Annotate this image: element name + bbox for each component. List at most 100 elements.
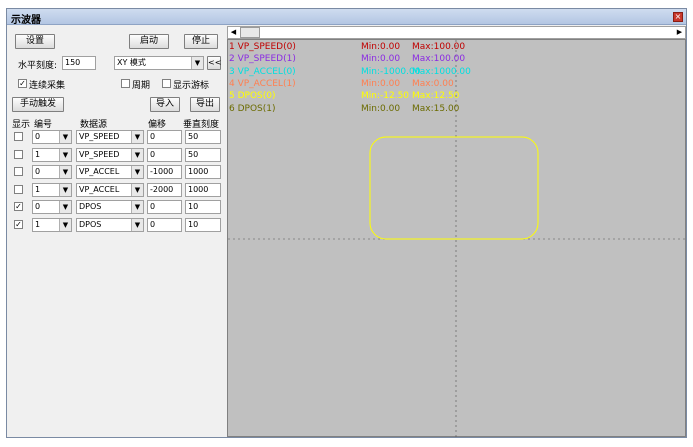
title-bar: 示波器 × [7, 9, 686, 26]
row-show-checkbox[interactable] [14, 149, 23, 159]
row-source-select[interactable]: DPOS ▼ [76, 200, 144, 214]
row-source-value: VP_SPEED [79, 149, 120, 159]
row-source-value: VP_SPEED [79, 132, 120, 141]
horizontal-scale-label: 水平刻度: [18, 61, 58, 71]
row-index-select[interactable]: 1 ▼ [32, 182, 72, 197]
trace-name: 3 VP_ACCEL(0) [229, 66, 296, 77]
chevron-down-icon: ▼ [59, 218, 71, 231]
trace-name: 2 VP_SPEED(1) [229, 54, 296, 65]
start-button[interactable]: 启动 [129, 34, 169, 49]
chevron-down-icon: ▼ [59, 201, 71, 213]
row-vscale-input[interactable]: 1000 [185, 182, 221, 197]
row-index-select[interactable]: 0 ▼ [32, 200, 72, 214]
scroll-thumb[interactable] [240, 27, 260, 38]
trace-max: Max:100.00 [412, 42, 466, 52]
periodic-checkbox[interactable] [121, 79, 130, 88]
oscilloscope-window: 示波器 × 设置 启动 停止 水平刻度: 150 XY 模式 ▼ << ✓ 连续… [6, 8, 687, 438]
close-icon[interactable]: × [673, 12, 683, 22]
settings-button[interactable]: 设置 [15, 34, 55, 49]
chevron-down-icon: ▼ [59, 131, 71, 143]
header-index: 编号 [34, 120, 53, 130]
trace-name: 6 DPOS(1) [229, 103, 276, 114]
row-show-checkbox[interactable] [14, 184, 23, 194]
trace-min: Min:0.00 [361, 42, 401, 52]
row-source-select[interactable]: VP_ACCEL ▼ [76, 165, 144, 179]
chevron-down-icon: ▼ [59, 148, 71, 161]
collapse-button[interactable]: << [207, 56, 221, 70]
row-source-select[interactable]: VP_SPEED ▼ [76, 147, 144, 162]
trace-min: Min:0.00 [361, 78, 401, 89]
row-vscale-input[interactable]: 50 [185, 147, 221, 162]
row-offset-input[interactable]: 0 [147, 130, 182, 144]
row-index-select[interactable]: 1 ▼ [32, 217, 72, 232]
trace-name: 1 VP_SPEED(0) [229, 42, 296, 52]
row-source-value: DPOS [79, 202, 102, 211]
row-show-checkbox[interactable]: ✓ [14, 202, 23, 211]
chevron-down-icon: ▼ [131, 218, 143, 231]
show-cursor-label: 显示游标 [173, 81, 210, 91]
horizontal-scrollbar[interactable]: ◀ ▶ [227, 26, 686, 39]
header-vscale: 垂直刻度 [183, 120, 220, 130]
row-offset-input[interactable]: 0 [147, 200, 182, 214]
row-index-value: 1 [35, 219, 41, 229]
row-source-select[interactable]: VP_SPEED ▼ [76, 130, 144, 144]
chevron-down-icon: ▼ [131, 201, 143, 213]
row-offset-input[interactable]: 0 [147, 217, 182, 232]
xy-trace-curve [369, 136, 539, 240]
row-index-select[interactable]: 1 ▼ [32, 147, 72, 162]
row-show-checkbox[interactable]: ✓ [14, 219, 23, 229]
trace-max: Max:1000.00 [412, 66, 471, 77]
chevron-down-icon: ▼ [59, 166, 71, 178]
trace-name: 4 VP_ACCEL(1) [229, 78, 296, 89]
trace-max: Max:100.00 [412, 54, 466, 65]
row-index-value: 0 [35, 132, 41, 141]
row-source-value: VP_ACCEL [79, 184, 120, 194]
trace-max: Max:15.00 [412, 103, 460, 114]
continuous-label: 连续采集 [29, 81, 66, 91]
row-index-select[interactable]: 0 ▼ [32, 165, 72, 179]
row-vscale-input[interactable]: 10 [185, 200, 221, 214]
row-show-checkbox[interactable] [14, 132, 23, 141]
chevron-down-icon: ▼ [59, 183, 71, 196]
chevron-down-icon: ▼ [131, 183, 143, 196]
row-index-value: 0 [35, 202, 41, 211]
window-title: 示波器 [11, 15, 41, 26]
row-offset-input[interactable]: -1000 [147, 165, 182, 179]
trace-min: Min:0.00 [361, 54, 401, 65]
periodic-label: 周期 [132, 81, 151, 91]
continuous-checkbox[interactable]: ✓ [18, 79, 27, 88]
scope-display: 1 VP_SPEED(0) Min:0.00 Max:100.00 2 VP_S… [227, 39, 687, 438]
manual-trigger-button[interactable]: 手动触发 [12, 97, 64, 112]
row-offset-input[interactable]: -2000 [147, 182, 182, 197]
chevron-down-icon: ▼ [191, 57, 203, 69]
row-source-select[interactable]: VP_ACCEL ▼ [76, 182, 144, 197]
chevron-down-icon: ▼ [131, 131, 143, 143]
horizontal-scale-input[interactable]: 150 [62, 56, 96, 70]
row-vscale-input[interactable]: 50 [185, 130, 221, 144]
header-offset: 偏移 [148, 120, 167, 130]
scroll-right-icon[interactable]: ▶ [674, 27, 685, 38]
chevron-down-icon: ▼ [131, 166, 143, 178]
row-show-checkbox[interactable] [14, 167, 23, 176]
row-index-value: 0 [35, 167, 41, 176]
row-index-value: 1 [35, 149, 41, 159]
export-button[interactable]: 导出 [190, 97, 220, 112]
row-source-select[interactable]: DPOS ▼ [76, 217, 144, 232]
row-index-select[interactable]: 0 ▼ [32, 130, 72, 144]
mode-select-value: XY 模式 [117, 58, 146, 67]
chevron-down-icon: ▼ [131, 148, 143, 161]
import-button[interactable]: 导入 [150, 97, 180, 112]
row-offset-input[interactable]: 0 [147, 147, 182, 162]
scroll-left-icon[interactable]: ◀ [228, 27, 239, 38]
header-source: 数据源 [80, 120, 108, 130]
row-source-value: VP_ACCEL [79, 167, 120, 176]
row-vscale-input[interactable]: 1000 [185, 165, 221, 179]
show-cursor-checkbox[interactable] [162, 79, 171, 88]
header-show: 显示 [12, 120, 31, 130]
stop-button[interactable]: 停止 [184, 34, 218, 49]
row-vscale-input[interactable]: 10 [185, 217, 221, 232]
trace-name: 5 DPOS(0) [229, 91, 276, 102]
trace-max: Max:12.50 [412, 91, 460, 102]
mode-select[interactable]: XY 模式 ▼ [114, 56, 204, 70]
trace-max: Max:0.00 [412, 78, 454, 89]
